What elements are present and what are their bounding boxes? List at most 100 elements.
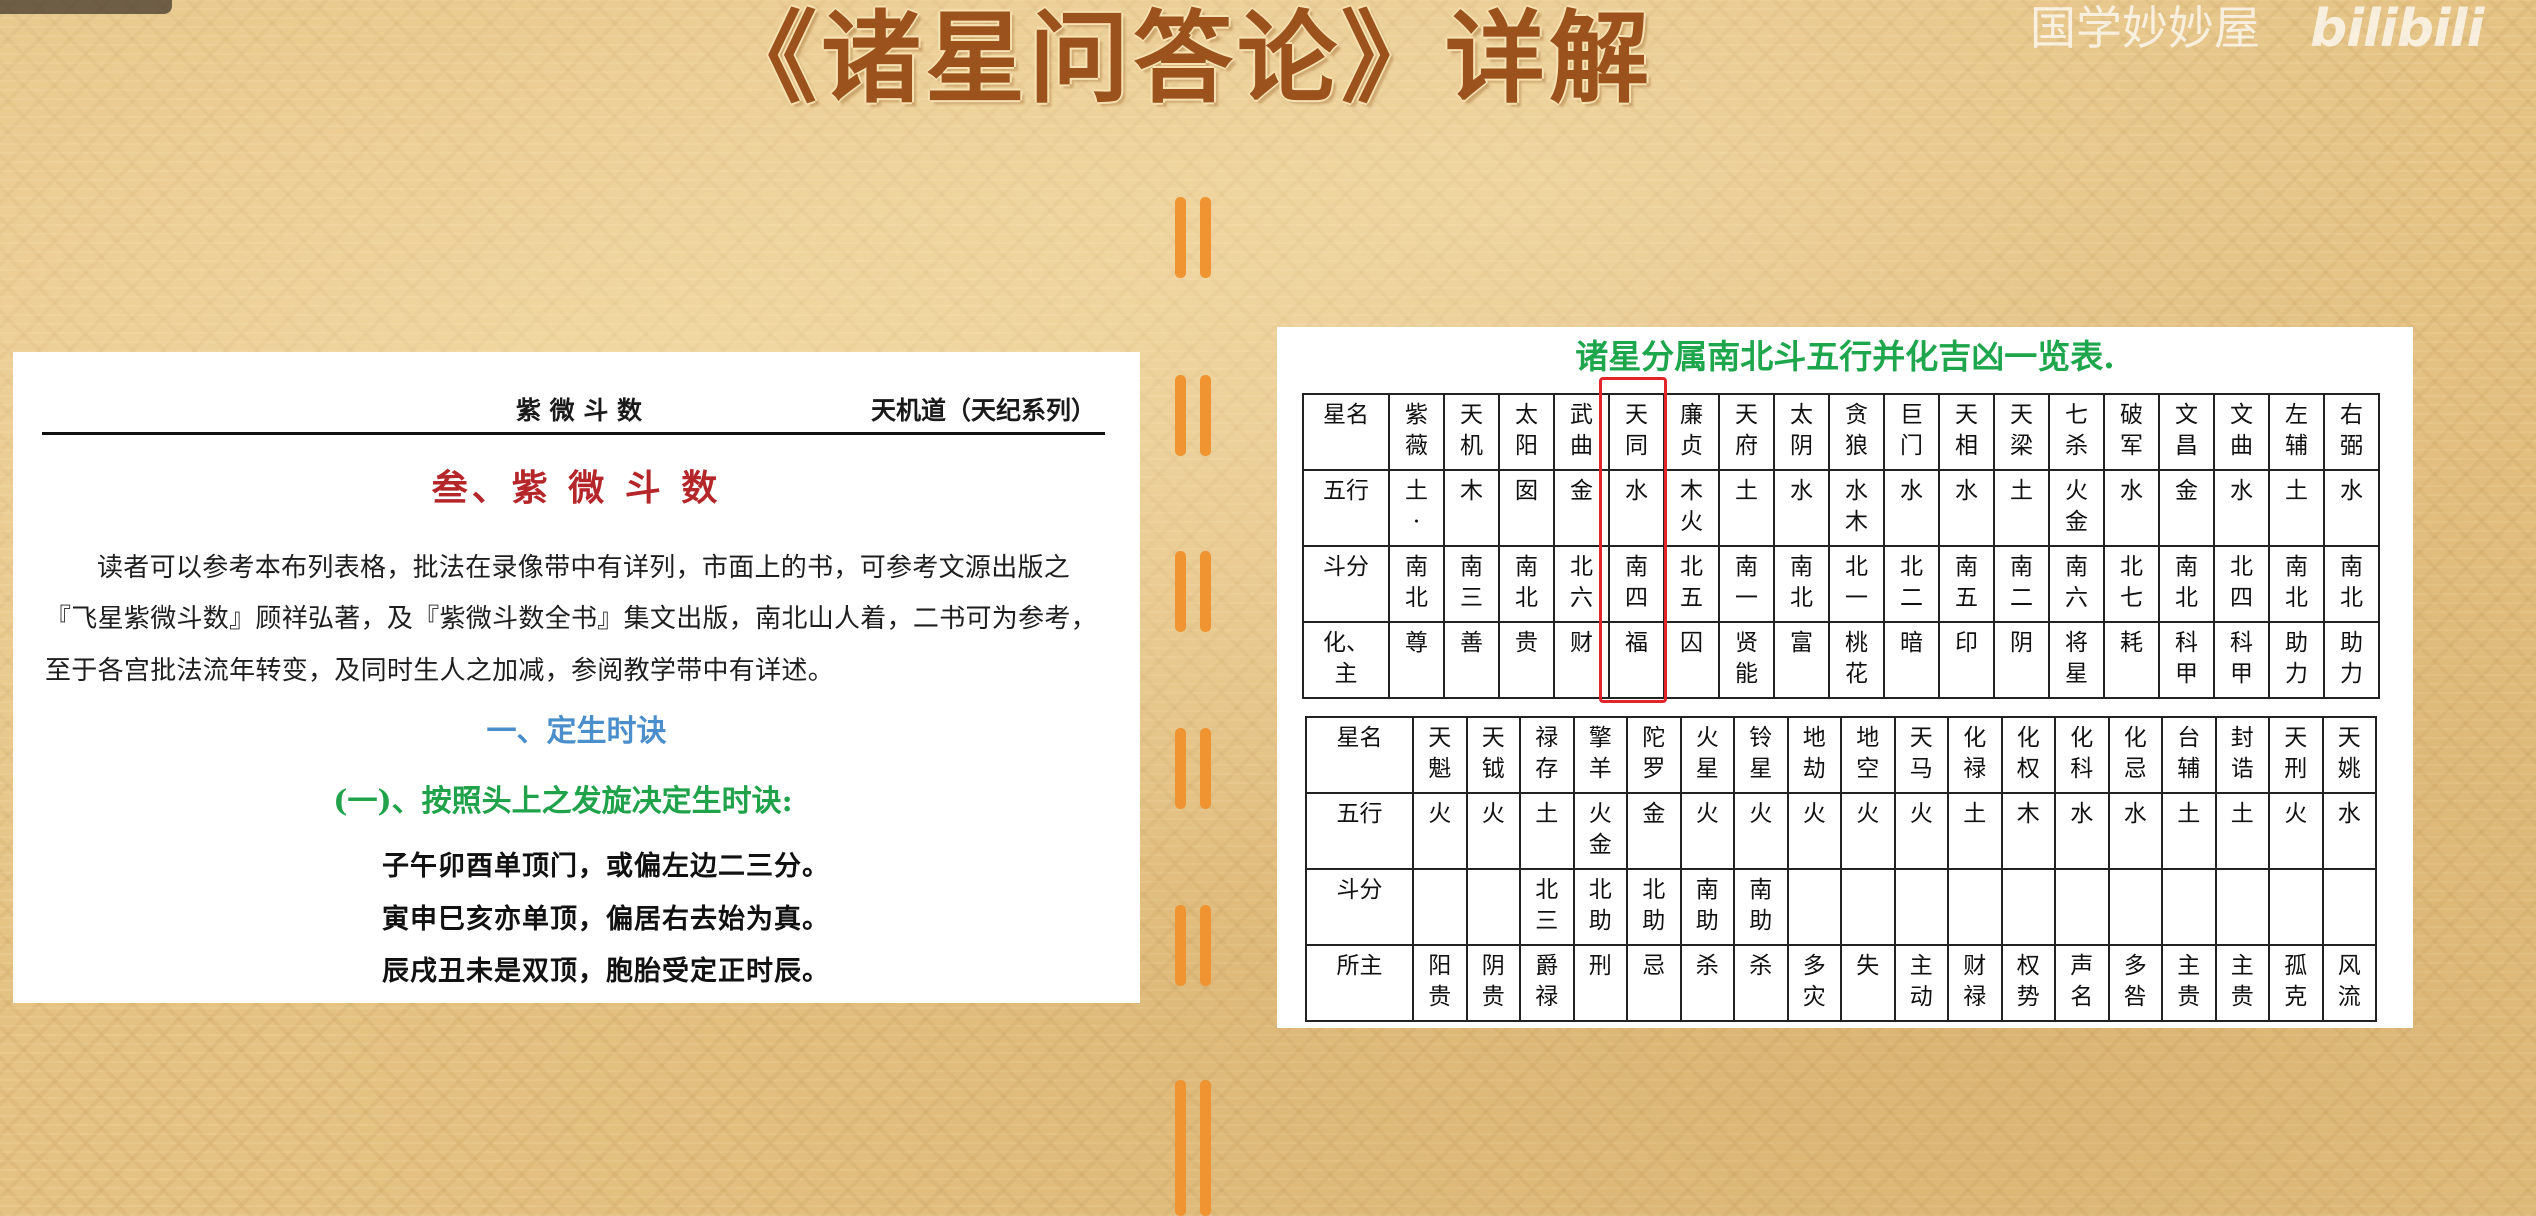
minor-stars-table-cell: 地空	[1840, 716, 1896, 794]
cell-text: 水	[2070, 801, 2094, 827]
minor-stars-table-row: 五行 火 火 土 火金 金 火 火 火 火 火 土 木 水 水 土 土 火 水	[1305, 792, 2377, 870]
minor-stars-table-cell: 孤克	[2268, 944, 2324, 1022]
main-stars-table-row: 斗分 南北 南三 南北 北六 南四 北五 南一 南北 北一 北二 南五 南二 南六 北七 南北 北四 南北 南北	[1302, 545, 2380, 623]
cell-text: 土	[1535, 801, 1559, 827]
star-table-title: 诸星分属南北斗五行并化吉凶一览表.	[1575, 337, 2115, 376]
cell-text: 水	[2123, 801, 2147, 827]
cell-text: 巨门	[1899, 402, 1923, 459]
cell-text: 阴贵	[1481, 953, 1505, 1010]
cell-text: 水木	[1844, 478, 1868, 535]
main-stars-table-cell: 破军	[2103, 393, 2160, 471]
cell-text: 耗	[2119, 630, 2143, 656]
cell-text: 破军	[2119, 402, 2143, 459]
cell-text: 将星	[2064, 630, 2088, 687]
minor-stars-table-cell: 火	[1465, 792, 1521, 870]
cell-text: 囡	[1514, 478, 1538, 504]
main-stars-table-cell: 右弼	[2323, 393, 2380, 471]
document-subheading: 一、定生时诀	[486, 714, 667, 749]
cell-text: 风流	[2337, 953, 2361, 1010]
verse-line: 寅申巳亥亦单顶，偏居右去始为真。	[382, 904, 830, 935]
row-label-text: 所主	[1336, 953, 1383, 979]
minor-stars-table-cell: 阴贵	[1465, 944, 1521, 1022]
cell-text: 木火	[1679, 478, 1703, 535]
main-stars-table-cell: 水	[2213, 469, 2270, 547]
cell-text: 南助	[1695, 877, 1719, 934]
minor-stars-table-cell: 天马	[1893, 716, 1949, 794]
minor-stars-table-cell: 水	[2321, 792, 2377, 870]
cell-text: 武曲	[1569, 402, 1593, 459]
minor-stars-table-cell: 土	[1519, 792, 1575, 870]
video-title: 《诸星问答论》详解	[717, 0, 1653, 117]
main-stars-table-cell: 囡	[1498, 469, 1555, 547]
cell-text: 南助	[1749, 877, 1773, 934]
divider-dash	[1175, 905, 1186, 986]
minor-stars-table-cell: 失	[1840, 944, 1896, 1022]
cell-text: 南一	[1734, 554, 1758, 611]
cell-text: 金	[1569, 478, 1593, 504]
cell-text: 主贵	[2230, 953, 2254, 1010]
cell-text: 铃星	[1749, 725, 1773, 782]
cell-text: 封诰	[2230, 725, 2254, 782]
cell-text: 天相	[1954, 402, 1978, 459]
minor-stars-table-cell: 南助	[1733, 868, 1789, 946]
divider-dash	[1175, 551, 1186, 632]
cell-text: 尊	[1404, 630, 1428, 656]
main-stars-table-cell: 金	[2158, 469, 2215, 547]
cell-text: 太阴	[1789, 402, 1813, 459]
row-label-text: 五行	[1336, 801, 1383, 827]
cell-text: 化权	[2016, 725, 2040, 782]
cell-text: 北六	[1569, 554, 1593, 611]
cell-text: 贪狼	[1844, 402, 1868, 459]
main-stars-table-cell: 火金	[2048, 469, 2105, 547]
cell-text: 土	[2284, 478, 2308, 504]
header-rule	[42, 432, 1105, 435]
cell-text: 杀	[1749, 953, 1773, 979]
main-stars-table-cell: 水	[1883, 469, 1940, 547]
minor-stars-table-cell	[1840, 868, 1896, 946]
cell-text: 文昌	[2174, 402, 2198, 459]
minor-stars-table-cell	[2321, 868, 2377, 946]
cell-text: 七杀	[2064, 402, 2088, 459]
cell-text: 火	[1695, 801, 1719, 827]
cell-text: 天魁	[1428, 725, 1452, 782]
minor-stars-table: 星名 天魁 天钺 禄存 擎羊 陀罗 火星 铃星 地劫 地空 天马 化禄 化权 化科 化忌 台辅 封诰 天刑 天姚 五行…	[1305, 716, 2377, 1022]
main-stars-table-cell: 水	[2323, 469, 2380, 547]
minor-stars-table-cell	[1947, 868, 2003, 946]
main-stars-table-cell: 南二	[1993, 545, 2050, 623]
cell-text: 台辅	[2177, 725, 2201, 782]
main-stars-table-cell: 南北	[1498, 545, 1555, 623]
main-stars-table-cell: 天梁	[1993, 393, 2050, 471]
minor-stars-table-cell: 火	[1412, 792, 1468, 870]
minor-stars-table-cell: 擎羊	[1572, 716, 1628, 794]
minor-stars-table-cell: 火	[2268, 792, 2324, 870]
minor-stars-table-cell	[1412, 868, 1468, 946]
video-info-chip[interactable]	[0, 0, 172, 14]
cell-text: 金	[2174, 478, 2198, 504]
main-stars-table-cell: 水木	[1828, 469, 1885, 547]
cell-text: 火	[1428, 801, 1452, 827]
cell-text: 天姚	[2337, 725, 2361, 782]
cell-text: 陀罗	[1642, 725, 1666, 782]
minor-stars-table-cell: 天姚	[2321, 716, 2377, 794]
minor-stars-table-cell	[2054, 868, 2110, 946]
minor-stars-table-cell: 阳贵	[1412, 944, 1468, 1022]
minor-stars-table-cell: 天刑	[2268, 716, 2324, 794]
section-title: (一)、按照头上之发旋决定生时诀:	[333, 784, 793, 819]
cell-text: 火	[1909, 801, 1933, 827]
cell-text: 北一	[1844, 554, 1868, 611]
cell-text: 阴	[2009, 630, 2033, 656]
cell-text: 南北	[2339, 554, 2363, 611]
cell-text: 水	[1789, 478, 1813, 504]
main-stars-table-cell: 科甲	[2213, 621, 2270, 699]
cell-text: 地空	[1856, 725, 1880, 782]
main-stars-table-cell: 尊	[1388, 621, 1445, 699]
divider-dash	[1200, 905, 1211, 986]
cell-text: 擎羊	[1588, 725, 1612, 782]
divider-dash	[1200, 728, 1211, 809]
main-stars-table-cell: 巨门	[1883, 393, 1940, 471]
main-stars-table-cell: 土	[1718, 469, 1775, 547]
minor-stars-table-cell: 权势	[2000, 944, 2056, 1022]
main-stars-table-row: 五行 土· 木囡金水木火土水水木水水土火金水金水土水	[1302, 469, 2380, 547]
main-stars-table-cell: 南北	[2323, 545, 2380, 623]
main-stars-table-cell: 太阴	[1773, 393, 1830, 471]
